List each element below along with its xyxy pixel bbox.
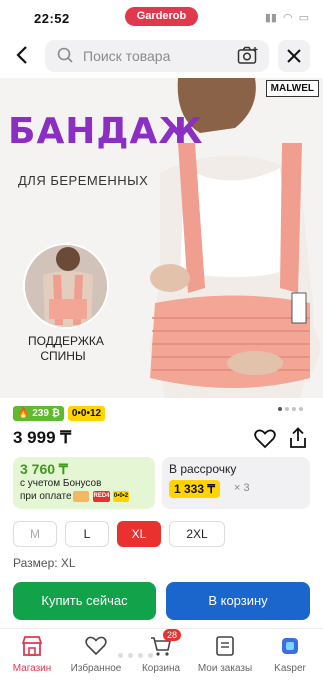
page-indicator — [118, 653, 153, 658]
camera-icon[interactable] — [237, 46, 259, 66]
bonus-line2: при оплате — [20, 491, 72, 502]
bottom-tab-bar: Магазин Избранное 28 Корзина Мои заказы … — [0, 628, 323, 699]
back-button[interactable] — [12, 44, 38, 70]
tab-label: Избранное — [70, 663, 122, 674]
kasper-icon — [279, 635, 301, 657]
top-bar: Поиск товара — [0, 34, 323, 80]
heart-icon[interactable] — [254, 429, 276, 449]
size-option-2xl[interactable]: 2XL — [169, 521, 225, 547]
add-to-cart-button[interactable]: В корзину — [166, 582, 310, 620]
product-price: 3 999 ₸ — [13, 428, 72, 447]
bonus-price: 3 760 ₸ — [20, 461, 68, 477]
orders-icon — [214, 635, 236, 657]
buy-now-button[interactable]: Купить сейчас — [13, 582, 156, 620]
close-button[interactable] — [278, 40, 310, 72]
product-image[interactable]: MALWEL БАНДАЖ ДЛЯ БЕРЕМЕННЫХ ПОДДЕРЖКА С… — [0, 78, 323, 398]
bank-logo-3: 0•0•2 — [113, 491, 129, 502]
indicator-dot — [138, 653, 143, 658]
hero-subtitle: ДЛЯ БЕРЕМЕННЫХ — [18, 173, 149, 188]
hero-caption: ПОДДЕРЖКА СПИНЫ — [28, 334, 104, 364]
chevron-left-icon — [16, 46, 27, 64]
carousel-dot — [285, 407, 289, 411]
installment-title: В рассрочку — [169, 462, 237, 476]
search-input[interactable]: Поиск товара — [83, 48, 170, 64]
installment-amount: 1 333 ₸ — [169, 480, 220, 498]
store-icon — [21, 635, 43, 657]
size-selector: M L XL 2XL — [13, 521, 225, 547]
wifi-icon: ◠ — [282, 12, 293, 24]
status-time: 22:52 — [34, 11, 70, 26]
tab-orders[interactable]: Мои заказы — [193, 635, 257, 674]
flame-icon: 🔥 — [17, 408, 30, 419]
installment-times: × 3 — [234, 482, 250, 494]
battery-icon: ▭ — [298, 12, 309, 24]
selected-size-label: Размер: XL — [13, 556, 76, 570]
bonus-price-card[interactable]: 3 760 ₸ с учетом Бонусов при оплате RED4… — [13, 457, 155, 509]
hero-caption-line2: СПИНЫ — [40, 349, 86, 363]
tab-label: Корзина — [141, 663, 181, 674]
carousel-dot — [292, 407, 296, 411]
installment-badge: 0•0•12 — [67, 406, 106, 421]
status-bar: 22:52 Garderob ▮▮ ◠ ▭ — [0, 0, 323, 34]
indicator-dot — [148, 653, 153, 658]
system-icons: ▮▮ ◠ ▭ — [265, 11, 309, 24]
carousel-dot — [278, 407, 282, 411]
carousel-dots — [278, 407, 303, 411]
indicator-dot — [128, 653, 133, 658]
promo-badges: 🔥 239 ₿ 0•0•12 — [13, 406, 106, 421]
indicator-dot — [118, 653, 123, 658]
size-option-l[interactable]: L — [65, 521, 109, 547]
bank-logo-2: RED4 — [93, 491, 110, 502]
heart-icon — [85, 635, 107, 657]
close-icon — [287, 49, 301, 63]
tab-label: Kasper — [274, 663, 306, 674]
signal-icon: ▮▮ — [264, 12, 277, 24]
bank-logo-1 — [73, 491, 89, 502]
cart-count-badge: 28 — [163, 629, 182, 641]
bonus-badge: 🔥 239 ₿ — [13, 406, 64, 421]
cart-icon: 28 — [150, 629, 182, 657]
tab-label: Мои заказы — [197, 663, 253, 674]
tab-label: Магазин — [12, 663, 52, 674]
bonus-badge-text: 239 ₿ — [32, 408, 60, 419]
tab-shop[interactable]: Магазин — [0, 635, 64, 674]
size-option-xl[interactable]: XL — [117, 521, 161, 547]
size-option-m[interactable]: M — [13, 521, 57, 547]
app-pill[interactable]: Garderob — [125, 7, 198, 26]
brand-logo: MALWEL — [265, 80, 319, 97]
hero-title: БАНДАЖ — [8, 111, 204, 152]
bonus-line1: с учетом Бонусов — [20, 478, 102, 489]
hero-caption-line1: ПОДДЕРЖКА — [28, 334, 104, 348]
back-view-illustration — [25, 245, 107, 327]
carousel-dot — [299, 407, 303, 411]
back-support-inset — [23, 243, 109, 329]
share-icon[interactable] — [288, 427, 308, 449]
installment-card[interactable]: В рассрочку 1 333 ₸ × 3 — [162, 457, 310, 509]
search-bar[interactable]: Поиск товара — [45, 40, 269, 72]
tab-kasper[interactable]: Kasper — [258, 635, 322, 674]
search-icon — [57, 47, 73, 63]
